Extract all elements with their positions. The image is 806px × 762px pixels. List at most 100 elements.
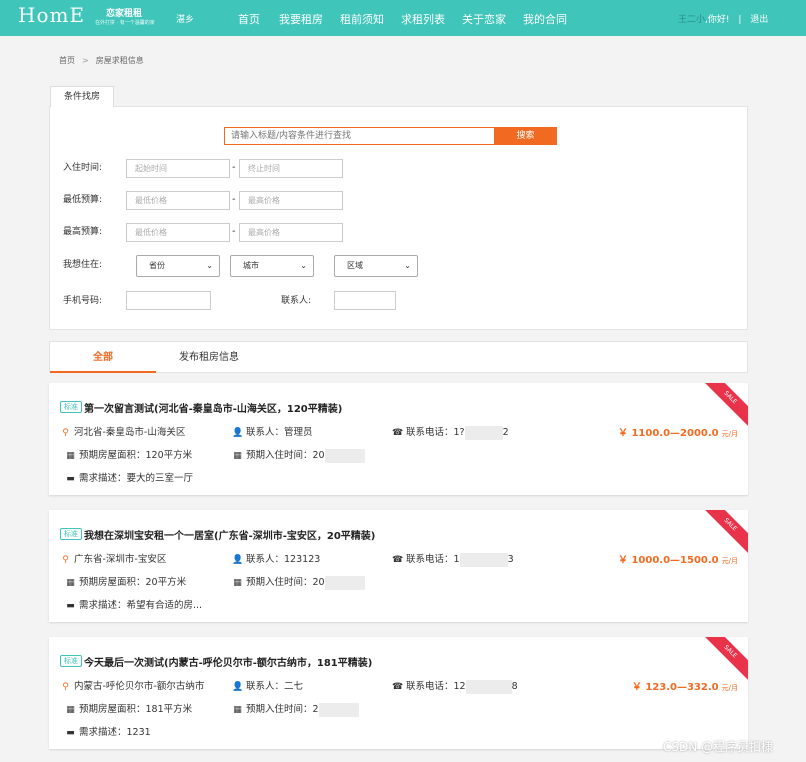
- area-value: 120平方米: [145, 450, 193, 461]
- location-text: 河北省-秦皇岛市-山海关区: [74, 427, 186, 438]
- listing-title[interactable]: 第一次留言测试(河北省-秦皇岛市-山海关区，120平精装): [84, 400, 342, 415]
- nav-my-contract[interactable]: 我的合同: [523, 11, 567, 27]
- logo-subtitle: 恋家租租: [106, 9, 143, 19]
- price-range: ￥ 123.0—332.0: [631, 682, 719, 693]
- listing-area: ▦ 预期房屋面积：181平方米: [65, 701, 192, 715]
- district-select-value: 区域: [347, 261, 363, 270]
- phone-prefix: 12: [453, 681, 466, 692]
- phone-suffix: 8: [511, 681, 518, 692]
- phone-mask: [459, 552, 508, 567]
- area-value: 20平方米: [145, 577, 187, 588]
- listing-price: ￥ 123.0—332.0 元/月: [632, 678, 738, 693]
- province-select[interactable]: 省份 ⌄: [136, 255, 220, 277]
- desc-text: 要大的三室一厅: [126, 473, 194, 484]
- nav-rent[interactable]: 我要租房: [279, 11, 323, 27]
- calendar-icon: ▦: [233, 705, 242, 715]
- contact-input[interactable]: [334, 291, 396, 310]
- desc-text: 希望有合适的房...: [126, 600, 203, 611]
- listing-description: ▬ 需求描述：希望有合适的房...: [65, 597, 202, 611]
- phone-icon: ☎: [392, 428, 404, 438]
- checkin-end-input[interactable]: 终止时间: [239, 159, 343, 178]
- listing-card[interactable]: SALE 标准 第一次留言测试(河北省-秦皇岛市-山海关区，120平精装) ⚲ 河…: [49, 383, 748, 495]
- phone-mask: [465, 679, 512, 694]
- listing-card[interactable]: SALE 标准 我想在深圳宝安租一个一居室(广东省-深圳市-宝安区，20平精装)…: [49, 510, 748, 622]
- contact-label: 联系人:: [281, 296, 312, 306]
- standard-badge: 标准: [60, 655, 82, 667]
- phone-suffix: 3: [507, 554, 514, 565]
- breadcrumb-home[interactable]: 首页: [59, 56, 75, 65]
- listing-title[interactable]: 我想在深圳宝安租一个一居室(广东省-深圳市-宝安区，20平精装): [84, 527, 375, 542]
- phone-suffix: 2: [502, 427, 509, 438]
- nav-home[interactable]: 首页: [238, 11, 260, 27]
- filter-tab[interactable]: 条件找房: [50, 86, 114, 107]
- phone-icon: ☎: [392, 682, 404, 692]
- area-label: 预期房屋面积：: [79, 577, 146, 588]
- logout-link[interactable]: 退出: [750, 15, 768, 25]
- desc-label: 需求描述：: [79, 473, 127, 484]
- contact-name: 123123: [284, 554, 321, 565]
- contact-label: 联系人：: [246, 554, 285, 565]
- listing-description: ▬ 需求描述：1231: [65, 724, 150, 738]
- listing-area: ▦ 预期房屋面积：120平方米: [65, 447, 192, 461]
- listing-checkin: ▦ 预期入住时间：20: [232, 574, 365, 590]
- site-logo[interactable]: HomE: [18, 3, 85, 27]
- live-location-label: 我想住在:: [63, 260, 103, 270]
- city-select-value: 城市: [243, 261, 259, 270]
- listing-price: ￥ 1000.0—1500.0 元/月: [618, 551, 738, 566]
- grid-icon: ▦: [66, 451, 75, 461]
- min-budget-high-input[interactable]: 最高价格: [239, 191, 343, 210]
- phone-icon: ☎: [392, 555, 404, 565]
- listing-card[interactable]: SALE 标准 今天最后一次测试(内蒙古-呼伦贝尔市-额尔古纳市，181平精装)…: [49, 637, 748, 749]
- desc-label: 需求描述：: [79, 727, 127, 738]
- checkin-label: 预期入住时间：: [246, 450, 313, 461]
- listing-title[interactable]: 今天最后一次测试(内蒙古-呼伦贝尔市-额尔古纳市，181平精装): [84, 654, 372, 669]
- checkin-label: 入住时间:: [63, 163, 103, 173]
- contact-label: 联系人：: [246, 427, 285, 438]
- folder-icon: ▬: [66, 728, 75, 738]
- listing-location: ⚲ 河北省-秦皇岛市-山海关区: [60, 424, 185, 438]
- user-name[interactable]: 王二小: [678, 15, 705, 25]
- max-budget-high-input[interactable]: 最高价格: [239, 223, 343, 242]
- phone-prefix: 1?: [453, 427, 465, 438]
- sale-ribbon: SALE: [698, 383, 748, 430]
- nav-about[interactable]: 关于恋家: [462, 11, 506, 27]
- district-select[interactable]: 区域 ⌄: [334, 255, 418, 277]
- listing-tabs: 全部 发布租房信息: [49, 341, 748, 373]
- nav-wanted-list[interactable]: 求租列表: [401, 11, 445, 27]
- top-navigation-bar: HomE 恋家租租 在外打拼 · 有一个温馨的家 湛乡 首页 我要租房 租前须知…: [0, 0, 806, 36]
- search-button[interactable]: 搜索: [494, 127, 557, 145]
- breadcrumb-current: 房屋求租信息: [95, 56, 144, 65]
- max-budget-low-input[interactable]: 最低价格: [126, 223, 230, 242]
- listing-phone: ☎ 联系电话：1 3: [392, 551, 514, 567]
- range-dash: -: [232, 226, 236, 237]
- range-dash: -: [232, 194, 236, 205]
- logo-slogan: 在外打拼 · 有一个温馨的家: [95, 20, 155, 26]
- search-input[interactable]: [224, 127, 495, 145]
- user-area: 王二小,你好! | 退出: [678, 12, 768, 25]
- max-budget-label: 最高预算:: [63, 227, 103, 237]
- listing-area: ▦ 预期房屋面积：20平方米: [65, 574, 186, 588]
- location-pin-icon: ⚲: [62, 428, 69, 438]
- tab-all[interactable]: 全部: [50, 342, 156, 373]
- phone-label: 联系电话：: [406, 681, 454, 692]
- nav-rent-notice[interactable]: 租前须知: [340, 11, 384, 27]
- breadcrumb-separator: >: [82, 56, 89, 65]
- csdn-watermark: CSDN @程序员扣棣: [663, 740, 774, 754]
- price-range: ￥ 1100.0—2000.0: [617, 428, 719, 439]
- listing-checkin: ▦ 预期入住时间：2: [232, 701, 359, 717]
- price-unit: 元/月: [721, 557, 738, 565]
- tab-publish-rental[interactable]: 发布租房信息: [156, 342, 262, 373]
- city-selector[interactable]: 湛乡: [176, 12, 194, 25]
- contact-label: 联系人：: [246, 681, 285, 692]
- contact-name: 二七: [284, 681, 304, 692]
- city-select[interactable]: 城市 ⌄: [230, 255, 314, 277]
- folder-icon: ▬: [66, 474, 75, 484]
- range-dash: -: [232, 162, 236, 173]
- listing-location: ⚲ 内蒙古-呼伦贝尔市-额尔古纳市: [60, 678, 204, 692]
- phone-input[interactable]: [126, 291, 211, 310]
- min-budget-low-input[interactable]: 最低价格: [126, 191, 230, 210]
- listing-description: ▬ 需求描述：要大的三室一厅: [65, 470, 193, 484]
- listing-contact: 👤 联系人：管理员: [232, 424, 313, 438]
- checkin-start-input[interactable]: 起始时间: [126, 159, 230, 178]
- location-pin-icon: ⚲: [62, 682, 69, 692]
